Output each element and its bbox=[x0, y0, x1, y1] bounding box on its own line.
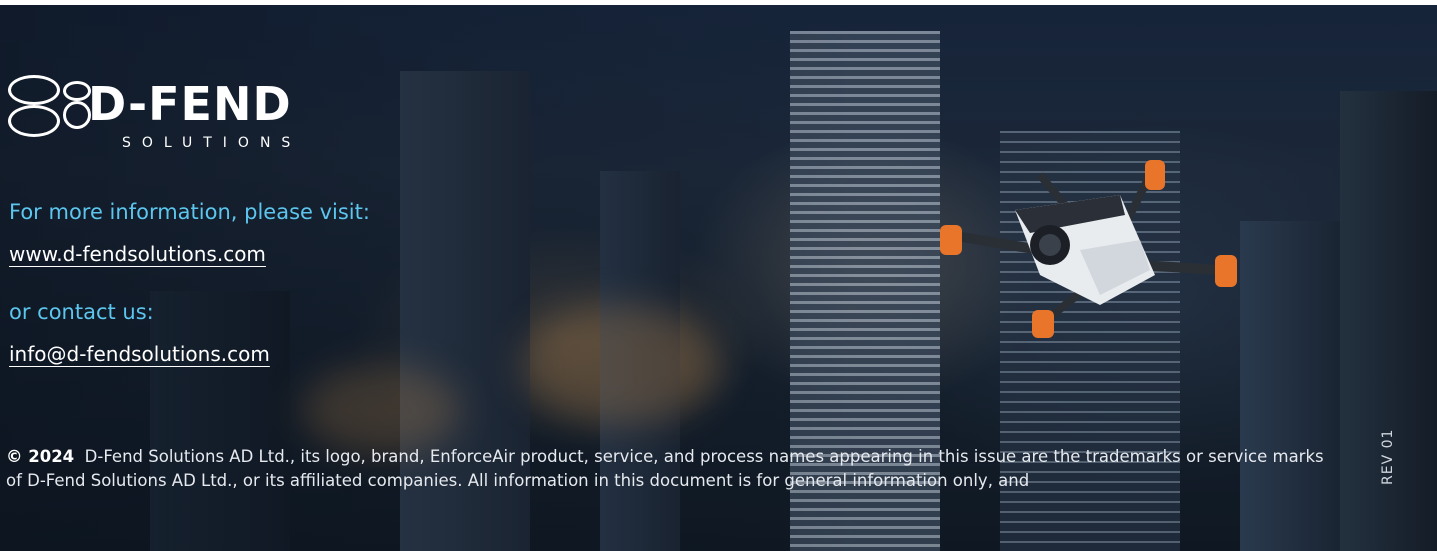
dfend-logo: D-FEND SOLUTIONS bbox=[8, 67, 328, 157]
legal-text: D-Fend Solutions AD Ltd., its logo, bran… bbox=[6, 447, 1324, 490]
logo-wordmark: D-FEND bbox=[88, 77, 292, 131]
brochure-footer-panel: D-FEND SOLUTIONS For more information, p… bbox=[0, 0, 1437, 551]
visit-prompt: For more information, please visit: bbox=[9, 200, 370, 224]
email-link[interactable]: info@d-fendsolutions.com bbox=[9, 342, 270, 366]
contact-prompt: or contact us: bbox=[9, 300, 154, 324]
legal-notice: © 2024 D-Fend Solutions AD Ltd., its log… bbox=[6, 445, 1326, 493]
revision-label: REV 01 bbox=[1380, 428, 1396, 485]
website-link[interactable]: www.d-fendsolutions.com bbox=[9, 242, 266, 266]
drone-icon bbox=[940, 160, 1237, 338]
logo-subtitle: SOLUTIONS bbox=[122, 135, 302, 151]
copyright-year: © 2024 bbox=[6, 447, 75, 466]
